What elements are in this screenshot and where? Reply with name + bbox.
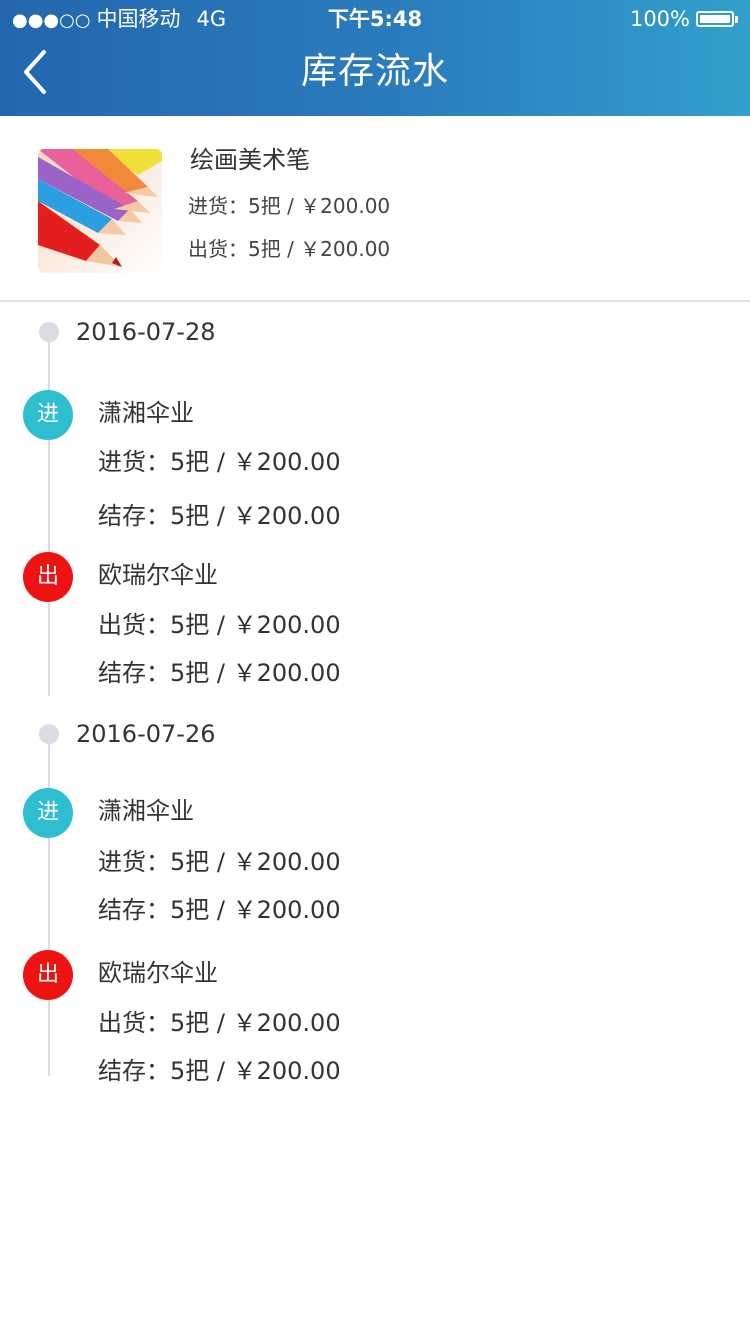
entry-quantity-line: 出货：5把 / ￥200.00 — [98, 1009, 341, 1037]
timeline-date-dot — [39, 322, 59, 342]
badge-in: 进 — [23, 390, 73, 440]
timeline-date: 2016-07-28 — [76, 318, 216, 346]
battery-percent: 100% — [629, 7, 690, 31]
product-out-summary: 出货：5把 / ￥200.00 — [188, 237, 391, 261]
badge-in: 进 — [23, 788, 73, 838]
supplier-name: 潇湘伞业 — [98, 797, 194, 825]
timeline-date: 2016-07-26 — [76, 720, 216, 748]
entry-balance-line: 结存：5把 / ￥200.00 — [98, 896, 341, 924]
supplier-name: 潇湘伞业 — [98, 399, 194, 427]
supplier-name: 欧瑞尔伞业 — [98, 561, 218, 589]
colored-pencils-image — [38, 149, 162, 273]
status-bar: ●●●○○ 中国移动 4G 下午5:48 100% — [0, 0, 750, 40]
badge-out: 出 — [23, 950, 73, 1000]
timeline-line — [48, 332, 50, 696]
header-bar: ●●●○○ 中国移动 4G 下午5:48 100% 库存流水 — [0, 0, 750, 116]
entry-balance-line: 结存：5把 / ￥200.00 — [98, 502, 341, 530]
stock-timeline: 2016-07-28 进 潇湘伞业 进货：5把 / ￥200.00 结存：5把 … — [0, 302, 750, 1122]
timeline-date-dot — [39, 724, 59, 744]
page-title: 库存流水 — [300, 51, 449, 92]
entry-quantity-line: 进货：5把 / ￥200.00 — [98, 848, 341, 876]
entry-quantity-line: 进货：5把 / ￥200.00 — [98, 448, 341, 476]
product-image — [38, 149, 162, 273]
product-card: 绘画美术笔 进货：5把 / ￥200.00 出货：5把 / ￥200.00 — [0, 116, 750, 302]
supplier-name: 欧瑞尔伞业 — [98, 959, 218, 987]
entry-balance-line: 结存：5把 / ￥200.00 — [98, 1057, 341, 1085]
status-right: 100% — [630, 0, 738, 38]
entry-balance-line: 结存：5把 / ￥200.00 — [98, 659, 341, 687]
product-in-summary: 进货：5把 / ￥200.00 — [188, 194, 391, 218]
timeline-line — [48, 732, 50, 1076]
badge-out: 出 — [23, 552, 73, 602]
entry-quantity-line: 出货：5把 / ￥200.00 — [98, 611, 341, 639]
product-name: 绘画美术笔 — [190, 146, 310, 174]
battery-icon — [696, 11, 734, 27]
battery-cap — [735, 15, 738, 23]
